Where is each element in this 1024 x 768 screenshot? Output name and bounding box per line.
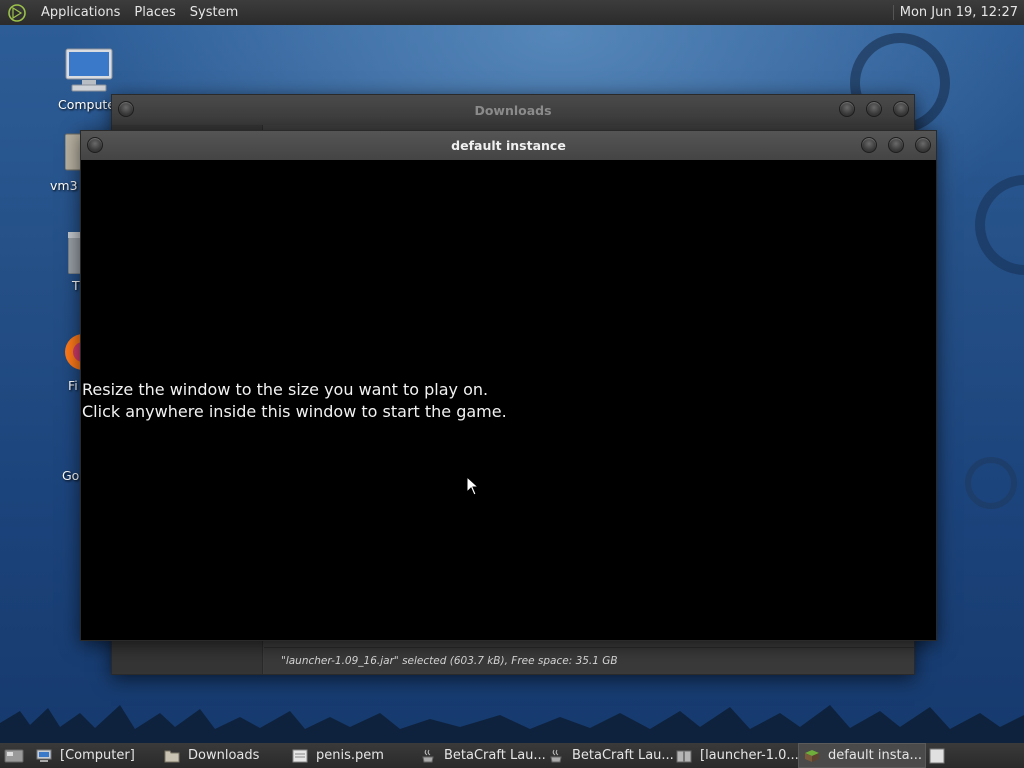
game-window: default instance Resize the window to th… <box>80 130 937 641</box>
close-button[interactable] <box>893 101 909 117</box>
status-bar: "launcher-1.09_16.jar" selected (603.7 k… <box>264 647 914 674</box>
taskbar-item-label: [Computer] <box>60 748 135 763</box>
minimize-button[interactable] <box>861 137 877 153</box>
taskbar-item-betacraft-1[interactable]: BetaCraft Lau... <box>414 743 546 768</box>
window-title: default instance <box>451 138 566 153</box>
java-icon <box>550 749 562 762</box>
maximize-button[interactable] <box>888 137 904 153</box>
menu-places[interactable]: Places <box>127 0 182 25</box>
taskbar-item-default-instance[interactable]: default insta... <box>798 743 926 768</box>
computer-icon <box>65 48 113 92</box>
archive-icon <box>676 750 692 762</box>
wallpaper-swirl <box>975 175 1024 275</box>
taskbar-item-label: BetaCraft Lau... <box>572 748 674 763</box>
close-button[interactable] <box>915 137 931 153</box>
game-instructions: Resize the window to the size you want t… <box>82 379 507 423</box>
taskbar-item-betacraft-2[interactable]: BetaCraft Lau... <box>542 743 674 768</box>
desktop-icon-label: Compute <box>58 97 116 112</box>
desktop-icon-label: Fi <box>68 378 78 393</box>
desktop-icon-label: Go <box>62 468 80 483</box>
taskbar-item-penis-pem[interactable]: penis.pem <box>286 743 414 768</box>
top-panel: Applications Places System Mon Jun 19, 1… <box>0 0 1024 25</box>
game-canvas[interactable]: Resize the window to the size you want t… <box>81 160 936 640</box>
taskbar-item-label: [launcher-1.0... <box>700 748 799 763</box>
wallpaper-swirl <box>965 457 1017 509</box>
mouse-cursor-icon <box>466 476 480 496</box>
taskbar-item-launcher-jar[interactable]: [launcher-1.0... <box>670 743 799 768</box>
distro-logo-icon[interactable] <box>8 3 26 22</box>
desktop-icon-label: T <box>72 278 80 293</box>
taskbar-item-label: penis.pem <box>316 748 384 763</box>
taskbar-item-computer[interactable]: [Computer] <box>30 743 158 768</box>
show-desktop-icon <box>4 749 24 762</box>
game-titlebar[interactable]: default instance <box>81 131 936 161</box>
taskbar-item-label: Downloads <box>188 748 260 763</box>
show-desktop-button[interactable] <box>0 743 30 768</box>
instruction-line-2: Click anywhere inside this window to sta… <box>82 402 507 421</box>
folder-icon <box>164 750 180 762</box>
desktop-icon-label: vm3 <box>50 178 78 193</box>
window-menu-button[interactable] <box>118 101 134 117</box>
taskbar: [Computer] Downloads penis.pem BetaCraft… <box>0 743 1024 768</box>
clock[interactable]: Mon Jun 19, 12:27 <box>892 5 1024 20</box>
downloads-titlebar[interactable]: Downloads <box>112 95 914 125</box>
taskbar-item-label: BetaCraft Lau... <box>444 748 546 763</box>
grass-block-icon <box>805 749 819 762</box>
window-title: Downloads <box>474 102 552 118</box>
computer-icon <box>36 749 52 762</box>
taskbar-item-downloads[interactable]: Downloads <box>158 743 286 768</box>
maximize-button[interactable] <box>866 101 882 117</box>
window-menu-button[interactable] <box>87 137 103 153</box>
wallpaper-grass <box>0 705 1024 743</box>
minimize-button[interactable] <box>839 101 855 117</box>
java-icon <box>422 749 434 762</box>
workspace-switcher[interactable] <box>926 743 948 768</box>
instruction-line-1: Resize the window to the size you want t… <box>82 380 489 399</box>
desktop-icon-computer[interactable]: Compute <box>58 47 118 117</box>
menu-system[interactable]: System <box>183 0 245 25</box>
workspace-icon <box>929 748 945 763</box>
menu-applications[interactable]: Applications <box>34 0 127 25</box>
taskbar-item-label: default insta... <box>828 748 922 763</box>
text-file-icon <box>292 749 308 762</box>
